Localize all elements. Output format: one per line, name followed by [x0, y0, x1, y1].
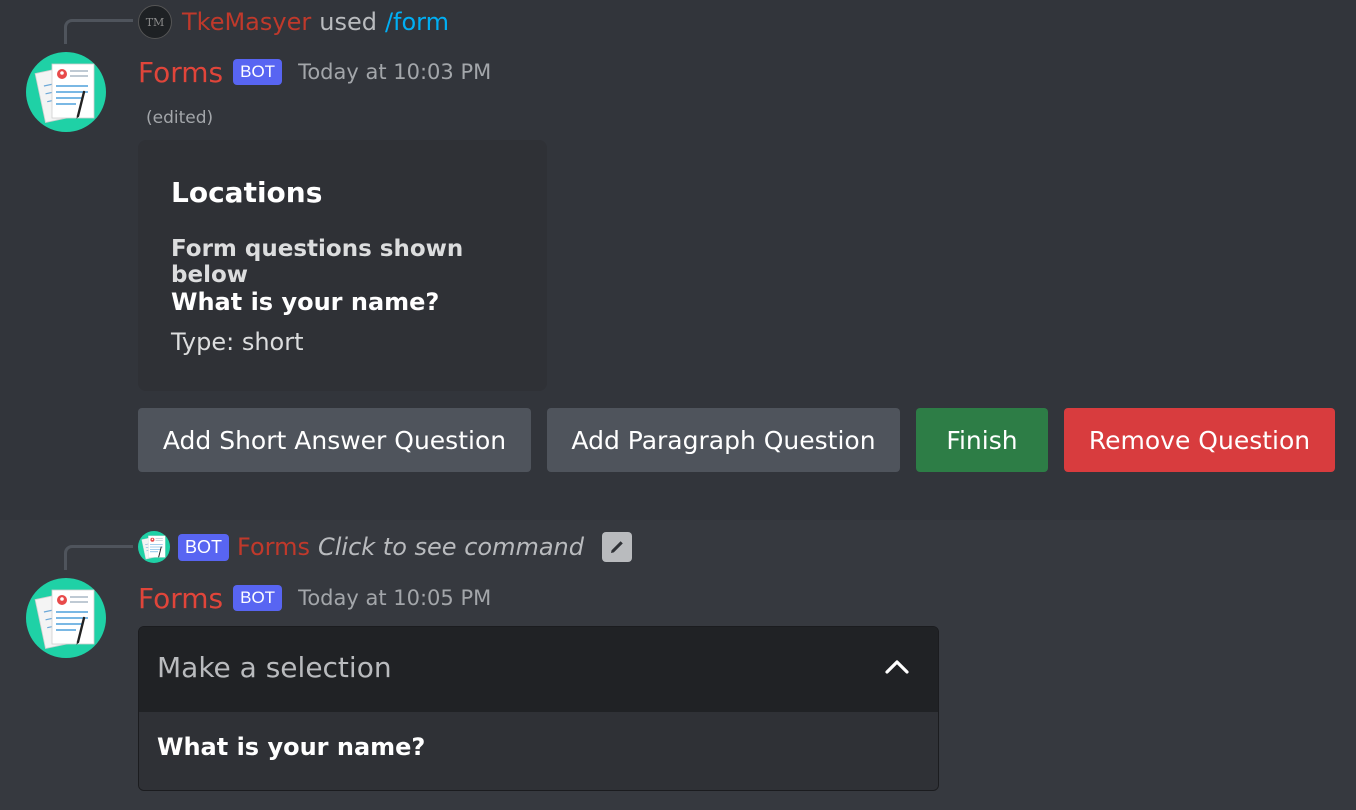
embed-title: Locations [171, 176, 323, 209]
edited-label: (edited) [146, 108, 214, 128]
timestamp[interactable]: Today at 10:05 PM [298, 586, 491, 610]
reply-connector [64, 545, 133, 570]
reply-username[interactable]: TkeMasyer [182, 8, 311, 36]
forms-logo-icon [26, 52, 106, 132]
embed-question: What is your name? [171, 288, 440, 316]
user-avatar[interactable]: TM [138, 5, 172, 39]
reply-reference-2[interactable]: BOT Forms Click to see command [138, 530, 632, 564]
reply-reference-1[interactable]: TM TkeMasyer used /form [138, 5, 449, 39]
reply-command[interactable]: /form [385, 8, 449, 36]
embed-subtitle: Form questions shown below [171, 236, 464, 288]
reply-used-text: used [319, 8, 377, 36]
bot-avatar[interactable] [26, 578, 106, 658]
select-option-label: What is your name? [157, 733, 426, 761]
bot-avatar[interactable] [26, 52, 106, 132]
embed-question-type: Type: short [171, 328, 304, 356]
select-menu[interactable]: Make a selection What is your name? [138, 626, 939, 791]
select-trigger[interactable]: Make a selection [139, 627, 938, 712]
reply-author[interactable]: Forms [237, 533, 310, 561]
forms-logo-icon [138, 531, 170, 563]
avatar-initials: TM [145, 15, 165, 29]
timestamp[interactable]: Today at 10:03 PM [298, 60, 491, 84]
click-to-see-command[interactable]: Click to see command [318, 533, 584, 561]
reply-connector [64, 19, 133, 44]
bot-tag: BOT [178, 533, 230, 561]
pencil-icon[interactable] [601, 532, 632, 562]
forms-logo-icon [26, 578, 106, 658]
remove-question-button[interactable]: Remove Question [1064, 408, 1335, 472]
finish-button[interactable]: Finish [916, 408, 1048, 472]
message-header: Forms BOT Today at 10:03 PM [138, 54, 491, 90]
bot-mini-avatar[interactable] [138, 531, 170, 563]
select-placeholder: Make a selection [157, 651, 392, 684]
embed: Locations Form questions shown below Wha… [138, 140, 547, 391]
add-short-answer-button[interactable]: Add Short Answer Question [138, 408, 531, 472]
message-header: Forms BOT Today at 10:05 PM [138, 580, 491, 616]
bot-tag: BOT [233, 585, 283, 611]
author-name[interactable]: Forms [138, 582, 223, 615]
select-option[interactable]: What is your name? [139, 713, 938, 790]
bot-tag: BOT [233, 59, 283, 85]
add-paragraph-button[interactable]: Add Paragraph Question [547, 408, 900, 472]
message-1: TM TkeMasyer used /form Forms BOT Today … [0, 0, 1356, 520]
chevron-up-icon[interactable] [884, 657, 910, 675]
author-name[interactable]: Forms [138, 56, 223, 89]
